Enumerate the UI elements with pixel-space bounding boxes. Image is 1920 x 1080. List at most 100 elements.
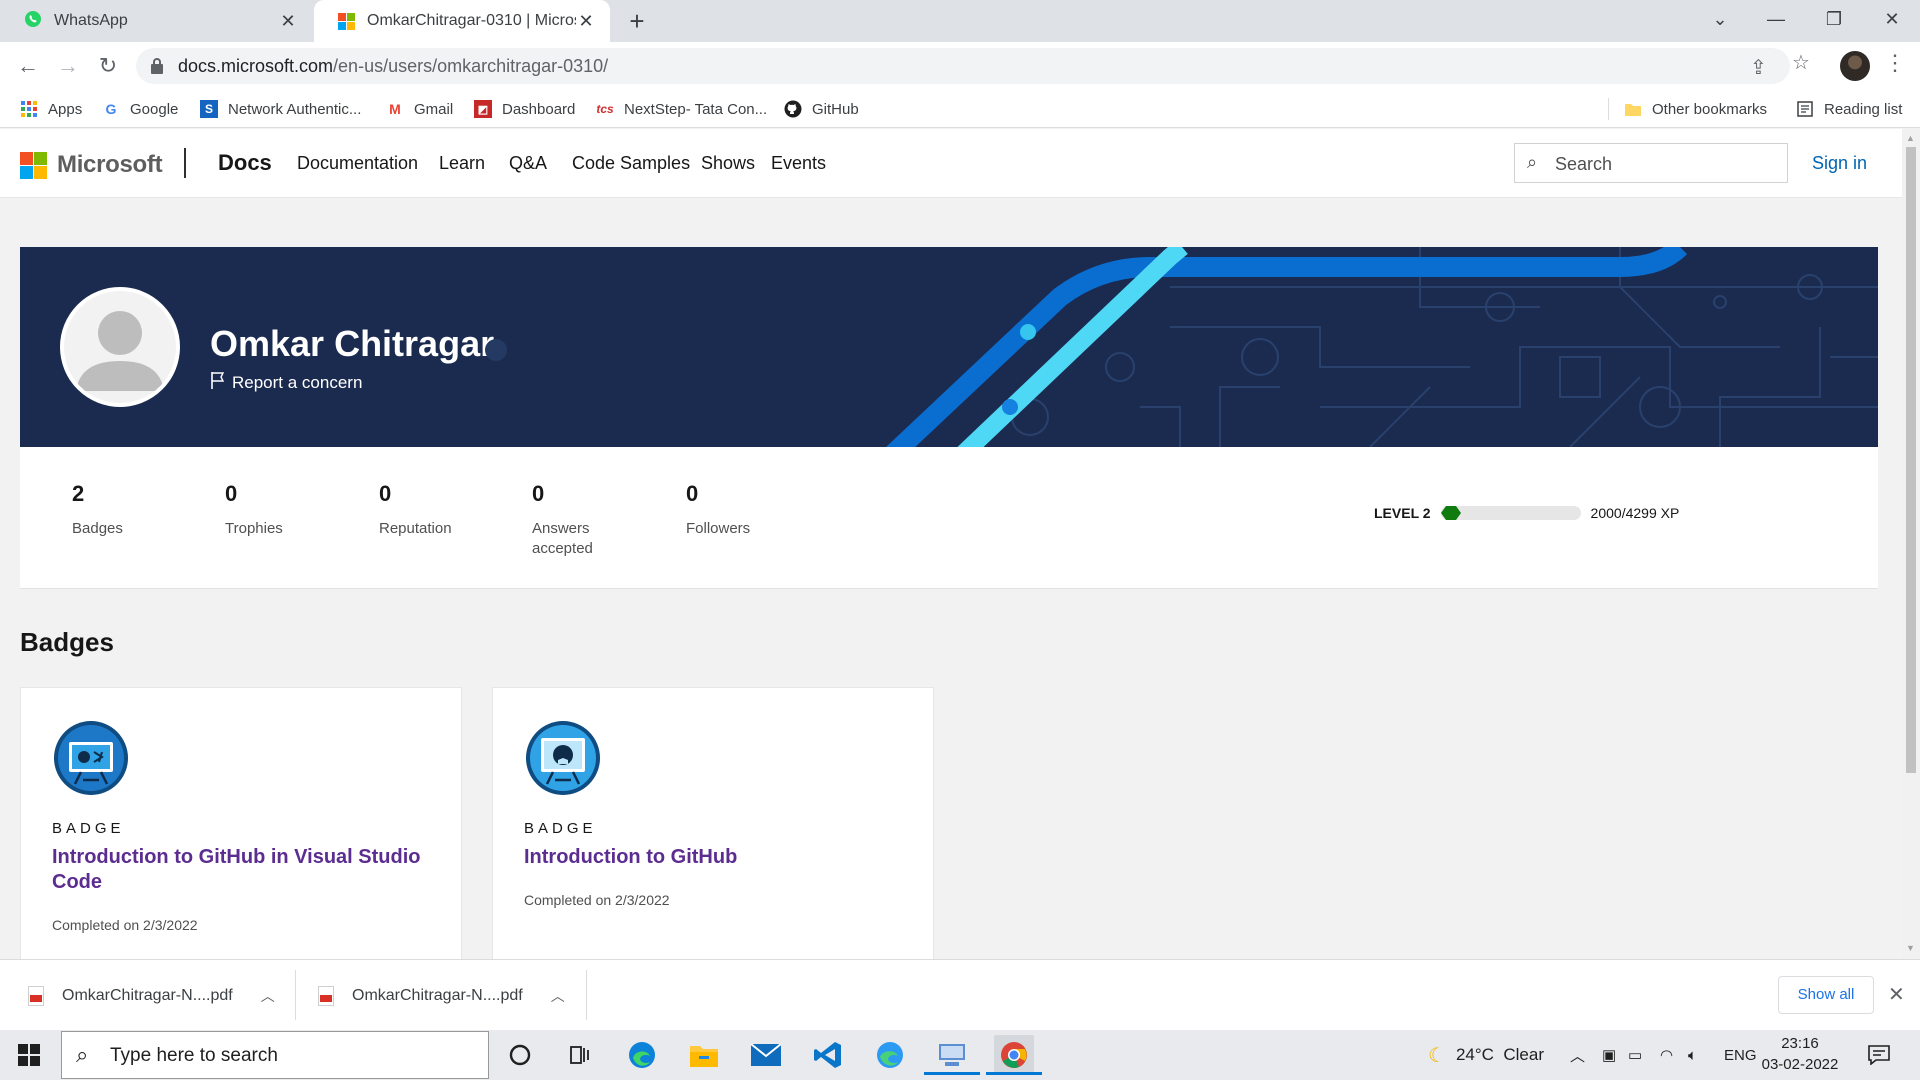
nav-qna[interactable]: Q&A bbox=[509, 153, 547, 174]
file-explorer-icon[interactable] bbox=[684, 1035, 724, 1075]
stat-answers-accepted[interactable]: 0 Answers accepted bbox=[532, 481, 602, 559]
stat-reputation[interactable]: 0 Reputation bbox=[379, 481, 479, 539]
chevron-up-icon[interactable]: ︿ bbox=[551, 986, 565, 1006]
badge-card[interactable]: BADGE Introduction to GitHub in Visual S… bbox=[20, 687, 462, 959]
volume-icon[interactable]: 🔈︎ bbox=[1688, 1030, 1697, 1080]
restore-button[interactable]: ❐ bbox=[1806, 0, 1862, 38]
show-all-downloads-button[interactable]: Show all bbox=[1778, 976, 1874, 1014]
cortana-icon[interactable] bbox=[500, 1035, 540, 1075]
taskbar-search-input[interactable]: ⌕ Type here to search bbox=[61, 1031, 489, 1079]
scrollbar-thumb[interactable] bbox=[1906, 147, 1916, 773]
microsoft-logo[interactable]: Microsoft bbox=[20, 151, 163, 179]
stat-badges[interactable]: 2 Badges bbox=[72, 481, 172, 539]
url-field[interactable]: docs.microsoft.com/en-us/users/omkarchit… bbox=[136, 48, 1790, 84]
profile-hero-banner: Omkar Chitragar Report a concern bbox=[20, 247, 1878, 447]
sign-in-link[interactable]: Sign in bbox=[1812, 153, 1867, 174]
scroll-down-icon[interactable]: ▼ bbox=[1906, 943, 1915, 953]
nav-code-samples[interactable]: Code Samples bbox=[572, 153, 690, 174]
close-icon[interactable]: ✕ bbox=[576, 11, 596, 32]
new-tab-button[interactable]: + bbox=[622, 6, 652, 36]
close-window-button[interactable]: ✕ bbox=[1864, 0, 1920, 38]
stat-followers[interactable]: 0 Followers bbox=[686, 481, 786, 539]
profile-stats-panel: 2 Badges 0 Trophies 0 Reputation 0 Answe… bbox=[20, 447, 1878, 589]
stat-value: 0 bbox=[532, 481, 545, 506]
menu-kebab-icon[interactable]: ⋮ bbox=[1884, 50, 1906, 76]
badges-section-title: Badges bbox=[20, 627, 114, 657]
download-item[interactable]: OmkarChitragar-N....pdf ︿ bbox=[28, 960, 275, 1031]
badge-card[interactable]: BADGE Introduction to GitHub Completed o… bbox=[492, 687, 934, 959]
bookmark-gmail[interactable]: M Gmail bbox=[386, 90, 453, 128]
notification-center-icon[interactable] bbox=[1868, 1030, 1890, 1080]
download-filename: OmkarChitragar-N....pdf bbox=[352, 986, 523, 1004]
battery-icon[interactable]: ▭ bbox=[1628, 1030, 1642, 1080]
bookmark-dashboard[interactable]: ◩ Dashboard bbox=[474, 90, 575, 128]
network-app-icon[interactable] bbox=[924, 1035, 980, 1075]
profile-avatar-image bbox=[60, 287, 180, 407]
scroll-up-icon[interactable]: ▲ bbox=[1906, 133, 1915, 143]
folder-icon bbox=[1624, 100, 1642, 118]
bookmarks-divider bbox=[1608, 98, 1609, 120]
vscode-icon[interactable] bbox=[808, 1035, 848, 1075]
mail-icon[interactable] bbox=[746, 1035, 786, 1075]
bookmark-label: Google bbox=[130, 100, 179, 118]
bookmark-network-auth[interactable]: S Network Authentic... bbox=[200, 90, 361, 128]
tcs-icon: tcs bbox=[596, 102, 614, 116]
task-view-icon[interactable] bbox=[560, 1035, 600, 1075]
bookmark-star-icon[interactable]: ☆ bbox=[1792, 50, 1810, 75]
level-progress: LEVEL 2 2000/4299 XP bbox=[1374, 505, 1679, 521]
xp-progress-bar bbox=[1440, 506, 1581, 520]
docs-search-input[interactable]: ⌕ Search bbox=[1514, 143, 1788, 183]
bookmark-apps[interactable]: Apps bbox=[20, 90, 82, 128]
windows-start-icon[interactable] bbox=[18, 1044, 40, 1066]
close-icon[interactable]: ✕ bbox=[278, 11, 298, 32]
page-scrollbar[interactable]: ▲ ▼ bbox=[1902, 129, 1920, 959]
reading-list-button[interactable]: Reading list bbox=[1796, 90, 1902, 128]
forward-button[interactable]: → bbox=[54, 52, 82, 80]
back-button[interactable]: ← bbox=[14, 52, 42, 80]
nav-learn[interactable]: Learn bbox=[439, 153, 485, 174]
reload-button[interactable]: ↻ bbox=[94, 52, 122, 80]
stat-label: Answers accepted bbox=[532, 520, 593, 557]
bookmark-label: Gmail bbox=[414, 100, 454, 118]
tab-search-chevron-icon[interactable]: ⌄ bbox=[1692, 0, 1748, 38]
download-item[interactable]: OmkarChitragar-N....pdf ︿ bbox=[318, 960, 565, 1031]
meet-now-icon[interactable]: ▣ bbox=[1602, 1030, 1616, 1080]
tab-docs-profile[interactable]: OmkarChitragar-0310 | Microsoft ✕ bbox=[314, 0, 610, 42]
edge-icon[interactable] bbox=[622, 1035, 662, 1075]
profile-avatar[interactable] bbox=[1840, 51, 1870, 81]
chevron-up-icon[interactable]: ︿ bbox=[261, 986, 275, 1006]
wifi-icon[interactable]: ◠ bbox=[1660, 1030, 1673, 1080]
moon-icon: ☾ bbox=[1428, 1044, 1446, 1067]
show-hidden-icons-chevron-icon[interactable]: ︿ bbox=[1570, 1030, 1585, 1080]
bookmark-label: Network Authentic... bbox=[228, 100, 362, 118]
docs-home-link[interactable]: Docs bbox=[218, 150, 272, 176]
tab-whatsapp[interactable]: WhatsApp ✕ bbox=[0, 0, 312, 42]
github-icon bbox=[784, 100, 802, 118]
chrome-icon[interactable] bbox=[986, 1035, 1042, 1075]
badge-title-link[interactable]: Introduction to GitHub bbox=[524, 845, 904, 870]
xp-text: 2000/4299 XP bbox=[1590, 505, 1680, 521]
weather-widget[interactable]: ☾ 24°C Clear bbox=[1428, 1030, 1544, 1080]
nav-shows[interactable]: Shows bbox=[701, 153, 755, 174]
nav-events[interactable]: Events bbox=[771, 153, 826, 174]
bookmark-google[interactable]: G Google bbox=[102, 90, 179, 128]
minimize-button[interactable]: — bbox=[1748, 0, 1804, 38]
lock-icon bbox=[150, 57, 164, 80]
download-divider bbox=[295, 970, 296, 1020]
other-bookmarks-folder[interactable]: Other bookmarks bbox=[1624, 90, 1767, 128]
edge-dev-icon[interactable] bbox=[870, 1035, 910, 1075]
bookmark-github[interactable]: GitHub bbox=[784, 90, 859, 128]
browser-tab-strip: WhatsApp ✕ OmkarChitragar-0310 | Microso… bbox=[0, 0, 1920, 42]
nav-documentation[interactable]: Documentation bbox=[297, 153, 418, 174]
bookmark-nextstep[interactable]: tcs NextStep- Tata Con... bbox=[596, 90, 767, 128]
badge-title-link[interactable]: Introduction to GitHub in Visual Studio … bbox=[52, 845, 432, 895]
search-placeholder: Search bbox=[1555, 154, 1613, 174]
clock-time: 23:16 bbox=[1781, 1035, 1819, 1052]
close-icon[interactable]: ✕ bbox=[1888, 982, 1905, 1007]
share-icon[interactable]: ⇪ bbox=[1750, 55, 1767, 80]
level-label: LEVEL 2 bbox=[1374, 505, 1431, 521]
system-clock[interactable]: 23:16 03-02-2022 bbox=[1750, 1033, 1850, 1075]
report-concern-link[interactable]: Report a concern bbox=[210, 371, 362, 394]
microsoft-logo-icon bbox=[338, 12, 355, 30]
stat-trophies[interactable]: 0 Trophies bbox=[225, 481, 325, 539]
